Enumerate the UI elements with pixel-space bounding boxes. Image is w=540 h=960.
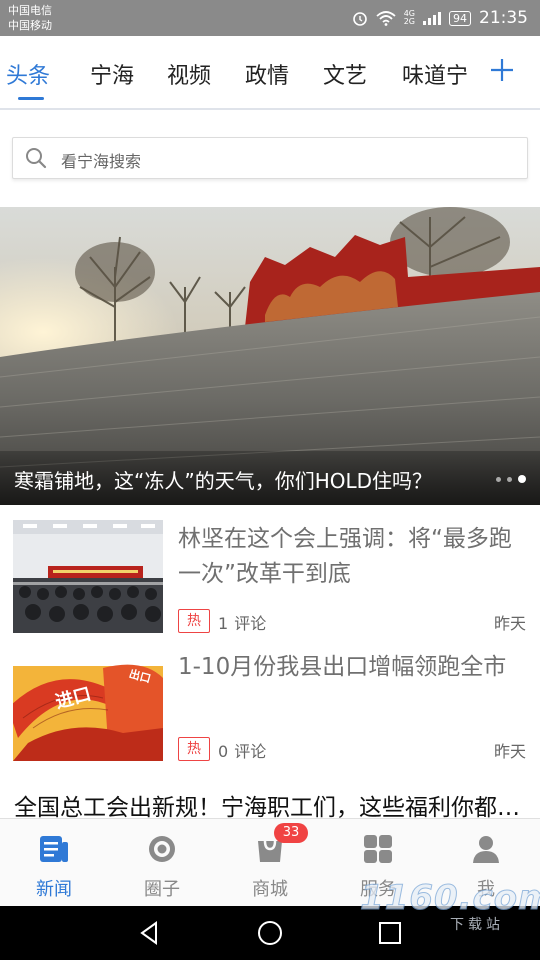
comment-label: 评论 (234, 614, 267, 633)
nav-services[interactable]: 服务 (324, 819, 432, 907)
news-thumbnail: 进口 出口 (13, 648, 163, 761)
plus-icon (491, 59, 513, 81)
carousel-dots (496, 475, 526, 483)
news-title[interactable]: 林坚在这个会上强调：将“最多跑一次”改革干到底 (178, 522, 526, 592)
tab-arts[interactable]: 文艺 (323, 58, 367, 90)
nav-me[interactable]: 我 (432, 819, 540, 907)
meeting-photo (13, 520, 163, 633)
circle-icon (149, 836, 175, 862)
comment-count: 0 评论 (218, 738, 266, 762)
grid-icon (364, 835, 392, 863)
tab-video[interactable]: 视频 (167, 58, 211, 90)
channel-tabs: 头条 宁海 视频 政情 文艺 味道宁 (0, 36, 540, 110)
cart-badge: 33 (274, 823, 308, 843)
news-icon (40, 836, 68, 862)
network-type: 4G 2G (404, 10, 415, 26)
hot-tag: 热 (178, 609, 210, 633)
nav-label: 圈子 (144, 879, 180, 900)
nav-label: 我 (477, 879, 495, 900)
status-bar: 中国电信 中国移动 4G 2G 94 21:35 (0, 0, 540, 36)
carrier-1: 中国电信 (8, 4, 52, 17)
comment-count: 1 评论 (218, 610, 266, 634)
carrier-info: 中国电信 中国移动 (8, 3, 52, 33)
tab-food[interactable]: 味道宁 (402, 58, 468, 90)
bottom-navigation: 新闻 圈子 33 商城 服务 我 (0, 818, 540, 907)
battery-indicator: 94 (449, 10, 471, 26)
clock: 21:35 (479, 8, 528, 28)
home-icon[interactable] (256, 919, 284, 947)
nav-news[interactable]: 新闻 (0, 819, 108, 907)
carousel-dot-active (518, 475, 526, 483)
tab-headlines[interactable]: 头条 (6, 58, 50, 90)
banner-title[interactable]: 寒霜铺地，这“冻人”的天气，你们HOLD住吗？ (14, 465, 474, 494)
nav-label: 商城 (252, 879, 288, 900)
recent-apps-icon[interactable] (376, 919, 404, 947)
banner-caption: 寒霜铺地，这“冻人”的天气，你们HOLD住吗？ (0, 451, 540, 505)
carrier-2: 中国移动 (8, 19, 52, 32)
nav-circle[interactable]: 圈子 (108, 819, 216, 907)
back-icon[interactable] (136, 919, 164, 947)
carousel-dot (496, 476, 501, 482)
banner-carousel[interactable]: 寒霜铺地，这“冻人”的天气，你们HOLD住吗？ (0, 207, 540, 505)
news-headline[interactable]: 全国总工会出新规！宁海职工们，这些福利你都知道吗 (14, 788, 526, 822)
alarm-icon (352, 12, 367, 26)
comment-number: 1 (218, 614, 229, 633)
network-2: 2G (403, 17, 415, 26)
hot-tag: 热 (178, 737, 210, 761)
news-item[interactable]: 林坚在这个会上强调：将“最多跑一次”改革干到底 热 1 评论 昨天 (0, 520, 540, 638)
nav-shop[interactable]: 33 商城 (216, 819, 324, 907)
news-thumbnail (13, 520, 163, 633)
search-icon (26, 148, 47, 169)
nav-label: 服务 (360, 879, 396, 900)
active-tab-indicator (18, 97, 44, 100)
nav-label: 新闻 (36, 879, 72, 900)
news-item[interactable]: 进口 出口 1-10月份我县出口增幅领跑全市 热 0 评论 昨天 (0, 648, 540, 766)
news-date: 昨天 (493, 742, 526, 761)
search-placeholder: 看宁海搜索 (61, 152, 142, 171)
tab-politics[interactable]: 政情 (245, 58, 289, 90)
signal-icon (423, 11, 441, 25)
search-bar[interactable]: 看宁海搜索 (12, 137, 528, 179)
news-title[interactable]: 1-10月份我县出口增幅领跑全市 (178, 650, 526, 685)
person-icon (473, 836, 499, 863)
tab-ninghai[interactable]: 宁海 (90, 58, 134, 90)
status-icons: 4G 2G 94 21:35 (352, 0, 528, 36)
news-date: 昨天 (493, 614, 526, 633)
add-channel-button[interactable] (486, 54, 518, 86)
wifi-icon (376, 11, 396, 26)
comment-label: 评论 (234, 742, 267, 761)
system-navigation-bar (0, 906, 540, 960)
carousel-dot (507, 476, 512, 482)
comment-number: 0 (218, 742, 229, 761)
